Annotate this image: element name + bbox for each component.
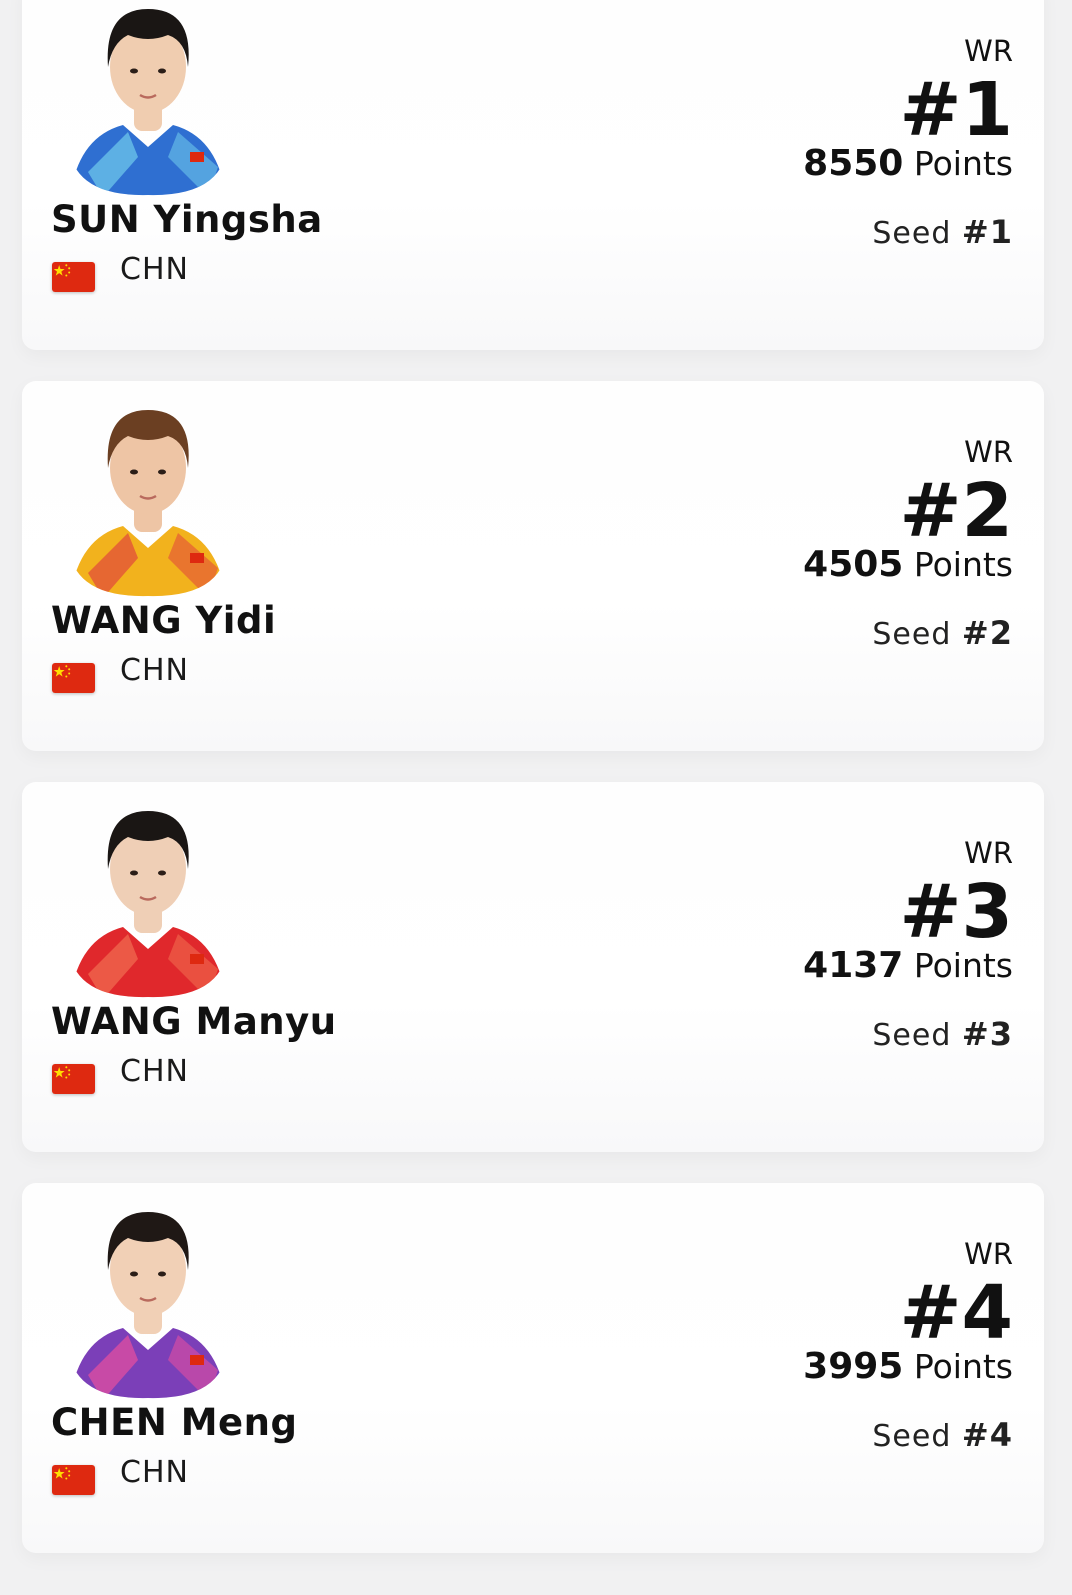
world-rank-value: #1 bbox=[899, 67, 1014, 153]
points-value: 3995 bbox=[803, 1346, 904, 1387]
seed-value: #2 bbox=[961, 614, 1013, 652]
seed: Seed #3 bbox=[872, 1015, 1013, 1053]
points-label: Points bbox=[913, 545, 1013, 584]
ranking-points: 8550 Points bbox=[803, 143, 1013, 184]
world-rank-value: #3 bbox=[899, 869, 1014, 955]
seed-label: Seed bbox=[872, 1018, 952, 1053]
points-value: 4505 bbox=[803, 544, 904, 585]
china-flag-icon bbox=[52, 663, 95, 693]
ranking-points: 4505 Points bbox=[803, 544, 1013, 585]
player-photo bbox=[68, 0, 228, 197]
player-card[interactable]: SUN Yingsha CHN WR #1 8550 Points Seed #… bbox=[22, 0, 1044, 350]
country-code: CHN bbox=[120, 1455, 189, 1490]
country-code: CHN bbox=[120, 653, 189, 688]
player-card[interactable]: WANG Yidi CHN WR #2 4505 Points Seed #2 bbox=[22, 381, 1044, 751]
world-rank-label: WR bbox=[964, 435, 1013, 469]
world-rank-label: WR bbox=[964, 836, 1013, 870]
world-rank-label: WR bbox=[964, 1237, 1013, 1271]
points-label: Points bbox=[913, 144, 1013, 183]
country-code: CHN bbox=[120, 1054, 189, 1089]
seed-value: #4 bbox=[961, 1416, 1013, 1454]
player-photo bbox=[68, 1200, 228, 1400]
player-card[interactable]: CHEN Meng CHN WR #4 3995 Points Seed #4 bbox=[22, 1183, 1044, 1553]
player-name[interactable]: WANG Manyu bbox=[51, 1000, 337, 1043]
player-name[interactable]: WANG Yidi bbox=[51, 599, 276, 642]
seed-label: Seed bbox=[872, 1419, 952, 1454]
seed: Seed #4 bbox=[872, 1416, 1013, 1454]
ranking-points: 3995 Points bbox=[803, 1346, 1013, 1387]
world-rank-value: #2 bbox=[899, 468, 1014, 554]
country-code: CHN bbox=[120, 252, 189, 287]
points-value: 8550 bbox=[803, 143, 904, 184]
world-rank-label: WR bbox=[964, 34, 1013, 68]
china-flag-icon bbox=[52, 1064, 95, 1094]
seed: Seed #1 bbox=[872, 213, 1013, 251]
seed-label: Seed bbox=[872, 617, 952, 652]
china-flag-icon bbox=[52, 1465, 95, 1495]
seed-label: Seed bbox=[872, 216, 952, 251]
seed: Seed #2 bbox=[872, 614, 1013, 652]
seed-value: #1 bbox=[961, 213, 1013, 251]
player-card[interactable]: WANG Manyu CHN WR #3 4137 Points Seed #3 bbox=[22, 782, 1044, 1152]
points-label: Points bbox=[913, 946, 1013, 985]
china-flag-icon bbox=[52, 262, 95, 292]
ranking-points: 4137 Points bbox=[803, 945, 1013, 986]
player-name[interactable]: SUN Yingsha bbox=[51, 198, 323, 241]
world-rank-value: #4 bbox=[899, 1270, 1014, 1356]
seed-value: #3 bbox=[961, 1015, 1013, 1053]
player-name[interactable]: CHEN Meng bbox=[51, 1401, 297, 1444]
player-photo bbox=[68, 398, 228, 598]
points-label: Points bbox=[913, 1347, 1013, 1386]
points-value: 4137 bbox=[803, 945, 904, 986]
player-photo bbox=[68, 799, 228, 999]
